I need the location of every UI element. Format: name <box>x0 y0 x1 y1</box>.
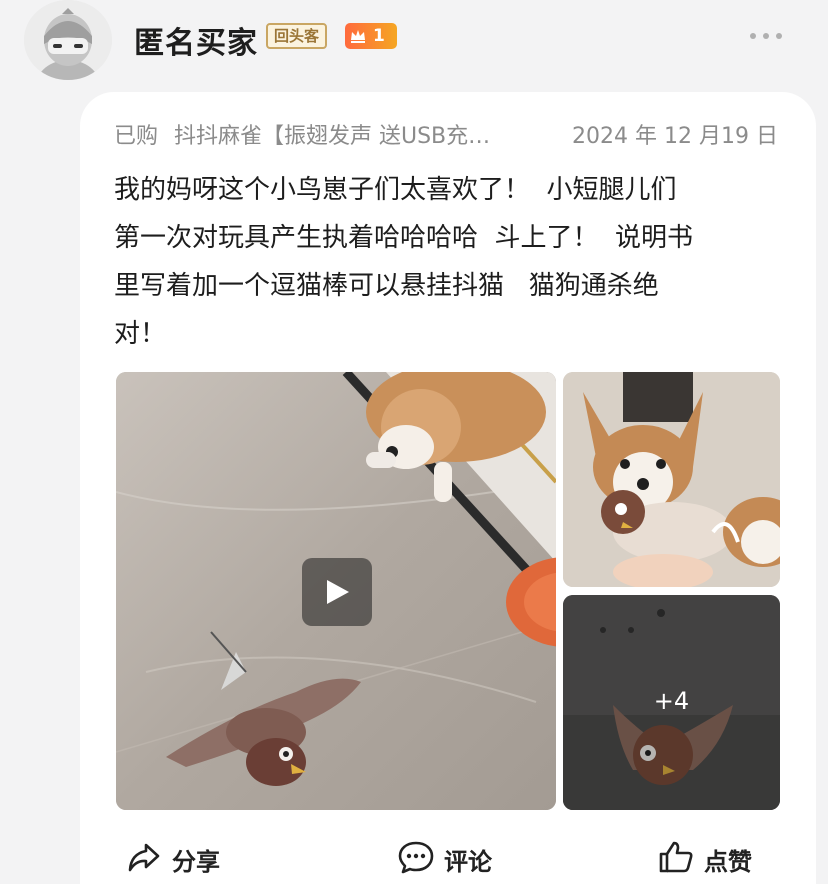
action-bar: 分享 评论 点赞 <box>0 828 828 884</box>
play-icon <box>327 580 349 604</box>
comment-button[interactable]: 评论 <box>398 838 518 878</box>
username[interactable]: 匿名买家 <box>134 18 258 62</box>
review-date: 2024 年 12 月19 日 <box>572 124 778 149</box>
review-text: 我的妈呀这个小鸟崽子们太喜欢了！ 小短腿儿们 第一次对玩具产生执着哈哈哈哈 斗上… <box>114 175 694 349</box>
review-page: 匿名买家 回头客 1 已购 抖抖麻雀【振翅发声 送USB充… 2024 年 12… <box>0 0 828 884</box>
purchased-label: 已购 <box>114 124 159 149</box>
comment-label: 评论 <box>444 848 492 876</box>
crown-icon <box>351 30 365 43</box>
share-arrow-icon <box>128 843 160 872</box>
play-button[interactable] <box>302 558 372 626</box>
share-button[interactable]: 分享 <box>126 838 246 878</box>
share-label: 分享 <box>172 848 220 876</box>
user-level-badge: 1 <box>345 23 397 49</box>
thumbs-up-icon <box>659 841 693 873</box>
more-dots-icon[interactable] <box>748 30 784 42</box>
user-level-number: 1 <box>373 26 385 46</box>
review-photo-2[interactable]: +4 <box>563 595 780 810</box>
photo-thumbnail <box>563 372 780 587</box>
comment-bubble-icon <box>398 841 434 874</box>
like-label: 点赞 <box>704 848 752 876</box>
review-header: 匿名买家 回头客 1 <box>0 0 828 92</box>
anonymous-avatar-icon <box>24 0 112 80</box>
returning-customer-badge: 回头客 <box>266 23 328 49</box>
review-video[interactable] <box>116 372 556 810</box>
review-photo-1[interactable] <box>563 372 780 587</box>
more-photos-count: +4 <box>653 687 690 715</box>
avatar[interactable] <box>24 0 112 80</box>
purchased-product-line[interactable]: 已购 抖抖麻雀【振翅发声 送USB充… 2024 年 12 月19 日 <box>114 114 794 150</box>
like-button[interactable]: 点赞 <box>658 838 778 878</box>
product-name[interactable]: 抖抖麻雀【振翅发声 送USB充… <box>174 118 564 150</box>
